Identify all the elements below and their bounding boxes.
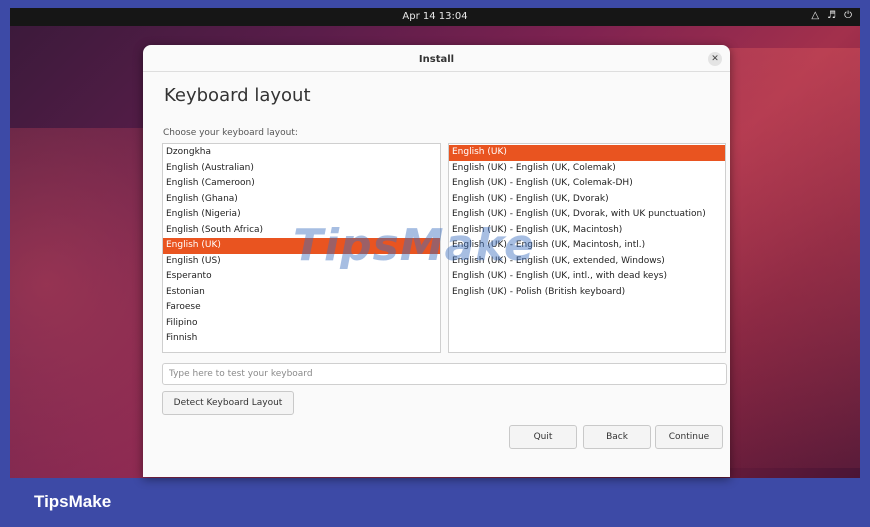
layout-list-item[interactable]: English (Ghana)	[163, 192, 440, 208]
layout-list-item[interactable]: Faroese	[163, 300, 440, 316]
keyboard-test-input[interactable]	[162, 363, 727, 385]
variant-list-item[interactable]: English (UK) - English (UK, Colemak)	[449, 161, 725, 177]
clock[interactable]: Apr 14 13:04	[10, 11, 860, 22]
page-title: Keyboard layout	[164, 85, 311, 106]
choose-layout-label: Choose your keyboard layout:	[163, 128, 298, 138]
title-divider	[143, 71, 730, 72]
variant-list-item[interactable]: English (UK) - English (UK, extended, Wi…	[449, 254, 725, 270]
variant-list-item[interactable]: English (UK) - English (UK, Macintosh)	[449, 223, 725, 239]
layout-list-item[interactable]: Finnish	[163, 331, 440, 347]
variant-list[interactable]: English (UK) English (UK) - English (UK, …	[448, 143, 726, 353]
top-bar: Apr 14 13:04 △ ♬ ⏻	[10, 8, 860, 26]
layout-list-item[interactable]: English (UK)	[163, 238, 440, 254]
variant-list-item[interactable]: English (UK) - English (UK, Dvorak)	[449, 192, 725, 208]
variant-list-item[interactable]: English (UK) - English (UK, intl., with …	[449, 269, 725, 285]
install-dialog: Install ✕ Keyboard layout Choose your ke…	[143, 45, 730, 477]
layout-list[interactable]: Dzongkha English (Australian) English (Cam…	[162, 143, 441, 353]
dialog-title: Install	[418, 54, 455, 65]
layout-list-item[interactable]: Estonian	[163, 285, 440, 301]
brand-bar: TipsMake	[0, 478, 870, 527]
layout-list-item[interactable]: English (South Africa)	[163, 223, 440, 239]
layout-list-item[interactable]: English (Cameroon)	[163, 176, 440, 192]
layout-list-item[interactable]: Esperanto	[163, 269, 440, 285]
continue-button[interactable]: Continue	[655, 425, 723, 449]
system-tray[interactable]: △ ♬ ⏻	[811, 10, 852, 21]
brand-logo: TipsMake	[34, 492, 112, 511]
volume-icon[interactable]: ♬	[827, 10, 836, 21]
variant-list-item[interactable]: English (UK) - Polish (British keyboard)	[449, 285, 725, 301]
network-icon[interactable]: △	[811, 10, 819, 21]
detect-layout-button[interactable]: Detect Keyboard Layout	[162, 391, 294, 415]
power-icon[interactable]: ⏻	[844, 10, 852, 21]
close-icon[interactable]: ✕	[708, 52, 722, 66]
variant-list-item[interactable]: English (UK) - English (UK, Colemak-DH)	[449, 176, 725, 192]
layout-list-item[interactable]: English (Australian)	[163, 161, 440, 177]
variant-list-item[interactable]: English (UK)	[449, 145, 725, 161]
layout-list-item[interactable]: Filipino	[163, 316, 440, 332]
layout-list-item[interactable]: English (US)	[163, 254, 440, 270]
quit-button[interactable]: Quit	[509, 425, 577, 449]
variant-list-item[interactable]: English (UK) - English (UK, Dvorak, with…	[449, 207, 725, 223]
layout-list-item[interactable]: Dzongkha	[163, 145, 440, 161]
layout-list-item[interactable]: English (Nigeria)	[163, 207, 440, 223]
back-button[interactable]: Back	[583, 425, 651, 449]
variant-list-item[interactable]: English (UK) - English (UK, Macintosh, i…	[449, 238, 725, 254]
